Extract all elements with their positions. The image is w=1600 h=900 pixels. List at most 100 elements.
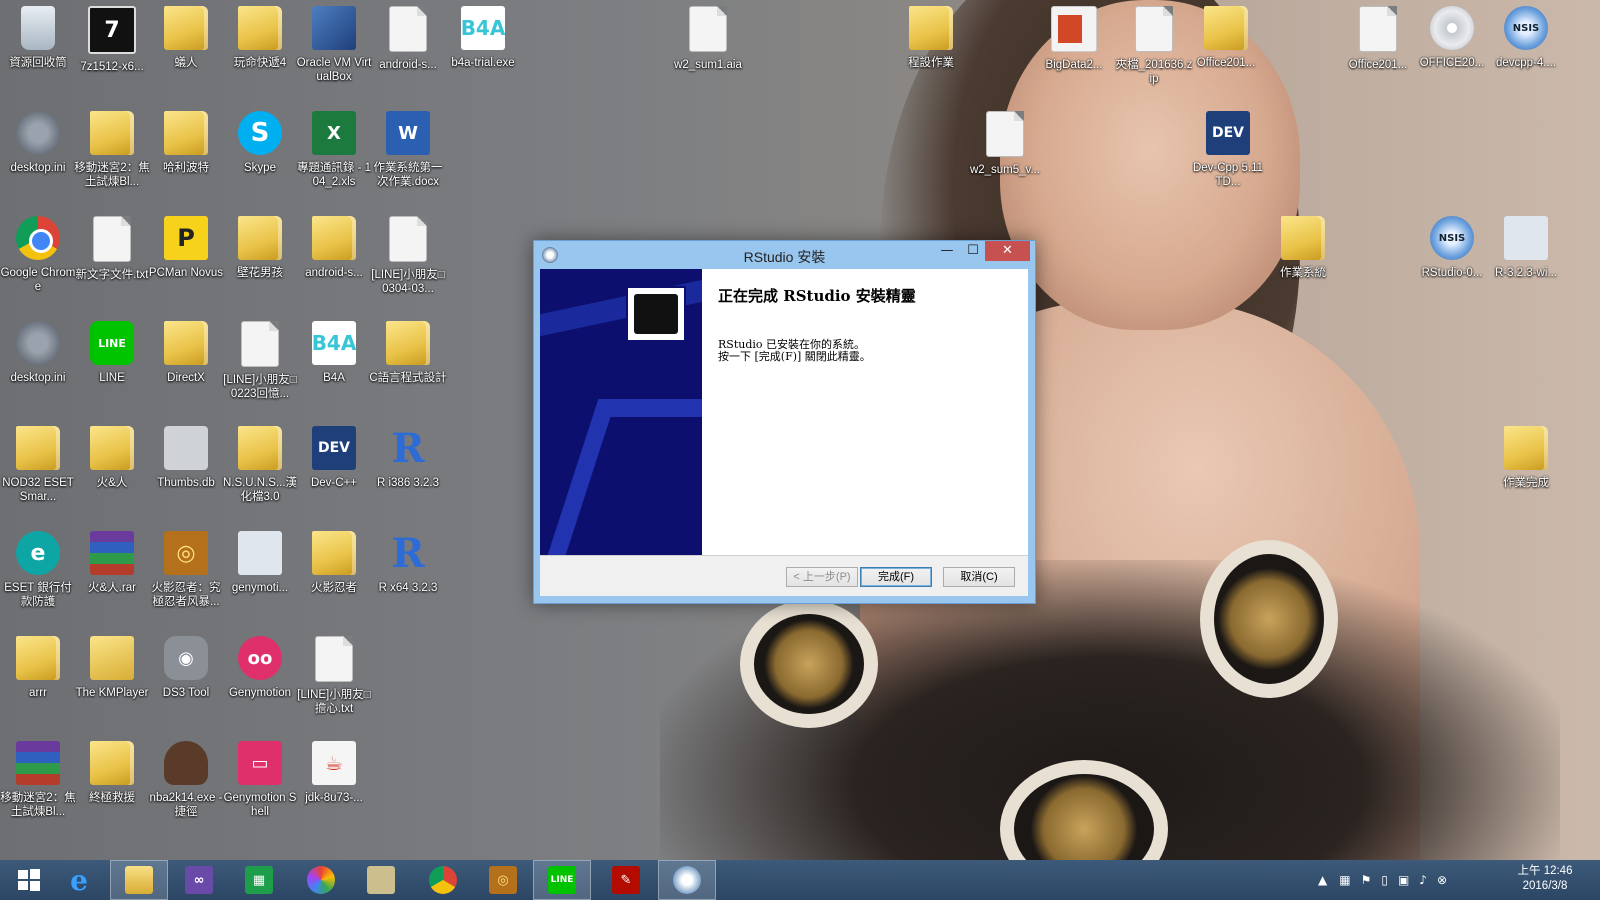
desktop-icon-naruto-storm[interactable]: ◎ 火影忍者：究極忍者风暴... [148,525,224,625]
desktop-icon-devcpp-installer[interactable]: NSIS devcpp-4.... [1488,0,1564,100]
taskbar-adobe-reader[interactable]: ✎ [597,860,655,900]
desktop-icon-desktop-ini[interactable]: desktop.ini [0,315,76,415]
desktop-icon-7zip[interactable]: 7 7z1512-x6... [74,0,150,100]
taskbar-line[interactable]: LINE [533,860,591,900]
desktop-icon-folder[interactable]: C語言程式設計 [369,315,447,415]
desktop-icon-devcpp-td[interactable]: DEV Dev-Cpp 5.11 TD... [1190,105,1266,205]
taskbar-file-explorer[interactable] [110,860,168,900]
desktop-icon-r-x64[interactable]: RR x64 3.2.3 [370,525,446,625]
desktop-icon-office-disc[interactable]: OFFICE20... [1414,0,1490,100]
file-icon [689,6,727,52]
desktop-icon-file[interactable]: android-s... [370,0,446,100]
device-icon[interactable]: ▯ [1381,873,1388,887]
desktop-icon-folder[interactable]: NOD32 ESET Smar... [0,420,76,520]
taskbar-picasa[interactable] [292,860,350,900]
desktop-icon-genymotion-shell[interactable]: ▭ Genymotion Shell [222,735,298,835]
desktop-icon-thumbs-db[interactable]: Thumbs.db [148,420,224,520]
taskbar-clock[interactable]: 上午 12:46 2016/3/8 [1510,864,1580,894]
folder-icon [386,321,430,365]
desktop-icon-folder[interactable]: 哈利波特 [148,105,224,205]
folder-icon [1504,426,1548,470]
folder-icon [238,426,282,470]
finish-button[interactable]: 完成(F) [860,567,932,587]
desktop-icon-rar[interactable]: 火&人.rar [74,525,150,625]
desktop-icon-zip[interactable]: 夾檔_201636.zip [1116,0,1192,100]
desktop-icon-b4a[interactable]: B4A B4A [296,315,372,415]
desktop-icon-folder[interactable]: N.S.U.N.S...漢化檔3.0 [222,420,298,520]
desktop-icon-folder[interactable]: 玩命快遞4 [222,0,298,100]
desktop-icon-r-i386[interactable]: RR i386 3.2.3 [370,420,446,520]
desktop-icon-text-file[interactable]: [LINE]小朋友□0304-03... [370,210,446,310]
desktop-icon-rstudio-installer[interactable]: NSIS RStudio-0... [1414,210,1490,310]
desktop-icon-office-file[interactable]: Office201... [1340,0,1416,100]
taskbar-archive-tool[interactable] [352,860,410,900]
desktop-icon-text-file[interactable]: [LINE]小朋友□擔心.txt [296,630,372,730]
desktop-icon-recycle-bin[interactable]: 資源回收筒 [0,0,76,100]
desktop-icon-folder[interactable]: 火影忍者 [296,525,372,625]
back-button[interactable]: < 上一步(P) [786,567,858,587]
taskbar-rstudio-setup[interactable] [658,860,716,900]
network-icon[interactable]: ▣ [1398,873,1409,887]
desktop-icon-line[interactable]: LINE LINE [74,315,150,415]
desktop-icon-file[interactable]: w2_sum5_v... [967,105,1043,205]
desktop-icon-word[interactable]: W 作業系統第一次作業.docx [370,105,446,205]
clock-time: 上午 12:46 [1517,865,1573,877]
file-icon [389,6,427,52]
settings-file-icon [16,321,60,365]
desktop-icon-rar[interactable]: 移動迷宮2：焦土試煉Bl... [0,735,76,835]
desktop-icon-chrome[interactable]: Google Chrome [0,210,76,310]
taskbar-naruto-game[interactable]: ◎ [474,860,532,900]
desktop-icon-excel[interactable]: X 專題通訊錄 - 104_2.xls [296,105,372,205]
desktop-icon-pcman[interactable]: P PCMan Novus [148,210,224,310]
taskbar-internet-explorer[interactable]: e [50,860,108,900]
dialog-titlebar[interactable]: RStudio 安裝 — ☐ ✕ [534,241,1035,269]
cancel-button[interactable]: 取消(C) [943,567,1015,587]
maximize-button[interactable]: ☐ [960,241,986,261]
desktop-icon-text-file[interactable]: 新文字文件.txt [74,210,150,310]
desktop-icon-folder[interactable]: DirectX [148,315,224,415]
desktop-icon-eset[interactable]: e ESET 銀行付款防護 [0,525,76,625]
action-center-icon[interactable]: ▦ [1339,873,1350,887]
desktop-icon-bigdata[interactable]: BigData2... [1036,0,1112,100]
desktop-icon-skype[interactable]: S Skype [222,105,298,205]
desktop-icon-folder[interactable]: 程設作業 [893,0,969,100]
desktop-icon-ds3-tool[interactable]: ◉ DS3 Tool [148,630,224,730]
chrome-icon [429,866,457,894]
desktop-icon-r-installer[interactable]: R-3.2.3-wi... [1488,210,1564,310]
disabled-icon[interactable]: ⊗ [1437,873,1447,887]
desktop-icon-kmplayer[interactable]: The KMPlayer [74,630,150,730]
desktop-icon-folder[interactable]: 壁花男孩 [222,210,298,310]
desktop-icon-folder[interactable]: 作業完成 [1488,420,1564,520]
desktop-icon-folder[interactable]: 移動迷宮2：焦土試煉Bl... [74,105,150,205]
desktop-icon-genymotion[interactable]: oo Genymotion [222,630,298,730]
desktop-icon-folder[interactable]: 終極救援 [74,735,150,835]
desktop-icon-b4a-trial[interactable]: B4A b4a-trial.exe [445,0,521,100]
close-button[interactable]: ✕ [985,241,1030,261]
flag-icon[interactable]: ⚑ [1361,873,1372,887]
desktop-icon-folder[interactable]: android-s... [296,210,372,310]
desktop-icon-nba2k14[interactable]: nba2k14.exe - 捷徑 [148,735,224,835]
desktop-icon-virtualbox[interactable]: Oracle VM VirtualBox [296,0,372,100]
b4a-icon: B4A [461,6,505,50]
desktop-icon-folder[interactable]: 作業系統 [1265,210,1341,310]
desktop-icon-desktop-ini[interactable]: desktop.ini [0,105,76,205]
volume-icon[interactable]: ♪ [1419,873,1427,887]
desktop-icon-folder[interactable]: 蟻人 [148,0,224,100]
taskbar-windows-store[interactable]: ▦ [230,860,288,900]
desktop-icon-genymotion-setup[interactable]: genymoti... [222,525,298,625]
genymotion-shell-icon: ▭ [238,741,282,785]
disc-icon [1430,6,1474,50]
desktop-icon-folder[interactable]: 火&人 [74,420,150,520]
desktop-icon-jdk[interactable]: ☕ jdk-8u73-... [296,735,372,835]
taskbar-visual-studio[interactable]: ∞ [170,860,228,900]
minimize-button[interactable]: — [934,241,960,261]
wallpaper-flower [1200,540,1338,698]
desktop-icon-text-file[interactable]: [LINE]小朋友□0223回憶... [222,315,298,415]
show-hidden-icons-icon[interactable]: ▲ [1318,873,1327,887]
taskbar-google-chrome[interactable] [414,860,472,900]
desktop-icon-devcpp[interactable]: DEV Dev-C++ [296,420,372,520]
desktop-icon-folder[interactable]: arrr [0,630,76,730]
desktop-icon-folder[interactable]: Office201... [1188,0,1264,100]
desktop-icon-file[interactable]: w2_sum1.aia [670,0,746,100]
winrar-icon [16,741,60,785]
